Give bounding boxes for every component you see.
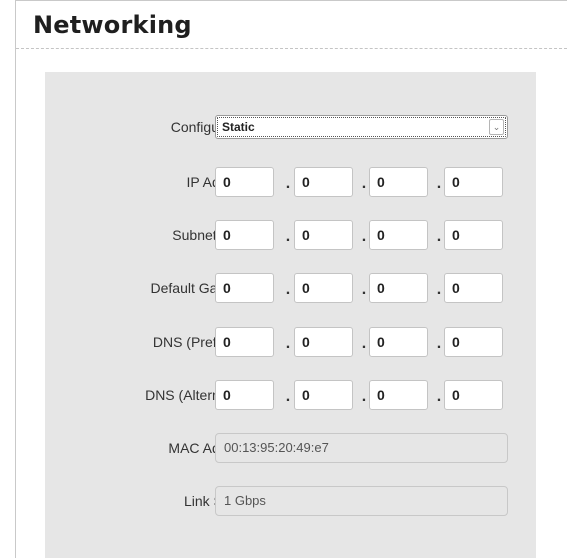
ip-address-octet-1[interactable]: 0 — [215, 167, 274, 197]
ip-address-row: IP Address 0 . 0 . 0 . 0 — [45, 167, 536, 197]
octet-separator: . — [285, 228, 291, 245]
dns-alternative-octet-4[interactable]: 0 — [444, 380, 503, 410]
default-gateway-octet-1[interactable]: 0 — [215, 273, 274, 303]
configuration-select[interactable]: Static ⌄ — [215, 115, 508, 139]
ip-address-octet-3[interactable]: 0 — [369, 167, 428, 197]
configuration-row: Configuration Static ⌄ — [45, 112, 536, 142]
dns-preferred-row: DNS (Preferred) 0 . 0 . 0 . 0 — [45, 327, 536, 357]
mac-address-row: MAC Address 00:13:95:20:49:e7 — [45, 433, 536, 463]
subnet-mask-octet-4[interactable]: 0 — [444, 220, 503, 250]
link-speed-row: Link Speed 1 Gbps — [45, 486, 536, 516]
dns-preferred-octet-2[interactable]: 0 — [294, 327, 353, 357]
subnet-mask-octet-2[interactable]: 0 — [294, 220, 353, 250]
link-speed-field: 1 Gbps — [215, 486, 508, 516]
dns-alternative-row: DNS (Alternative) 0 . 0 . 0 . 0 — [45, 380, 536, 410]
default-gateway-octet-4[interactable]: 0 — [444, 273, 503, 303]
default-gateway-row: Default Gateway 0 . 0 . 0 . 0 — [45, 273, 536, 303]
dns-alternative-octet-1[interactable]: 0 — [215, 380, 274, 410]
octet-separator: . — [285, 388, 291, 405]
dns-alternative-octet-3[interactable]: 0 — [369, 380, 428, 410]
default-gateway-octet-2[interactable]: 0 — [294, 273, 353, 303]
octet-separator: . — [285, 281, 291, 298]
mac-address-field: 00:13:95:20:49:e7 — [215, 433, 508, 463]
default-gateway-octet-3[interactable]: 0 — [369, 273, 428, 303]
title-divider — [16, 48, 567, 49]
octet-separator: . — [285, 335, 291, 352]
configuration-select-value: Static — [222, 120, 255, 134]
chevron-down-icon[interactable]: ⌄ — [489, 119, 504, 135]
ip-address-octet-2[interactable]: 0 — [294, 167, 353, 197]
networking-form-panel: Configuration Static ⌄ IP Address 0 . 0 … — [45, 72, 536, 558]
page-title: Networking — [33, 11, 192, 39]
dns-preferred-octet-4[interactable]: 0 — [444, 327, 503, 357]
subnet-mask-row: Subnet Mask 0 . 0 . 0 . 0 — [45, 220, 536, 250]
octet-separator: . — [285, 175, 291, 192]
ip-address-octet-4[interactable]: 0 — [444, 167, 503, 197]
dns-preferred-octet-1[interactable]: 0 — [215, 327, 274, 357]
dns-preferred-octet-3[interactable]: 0 — [369, 327, 428, 357]
subnet-mask-octet-3[interactable]: 0 — [369, 220, 428, 250]
subnet-mask-octet-1[interactable]: 0 — [215, 220, 274, 250]
dns-alternative-octet-2[interactable]: 0 — [294, 380, 353, 410]
